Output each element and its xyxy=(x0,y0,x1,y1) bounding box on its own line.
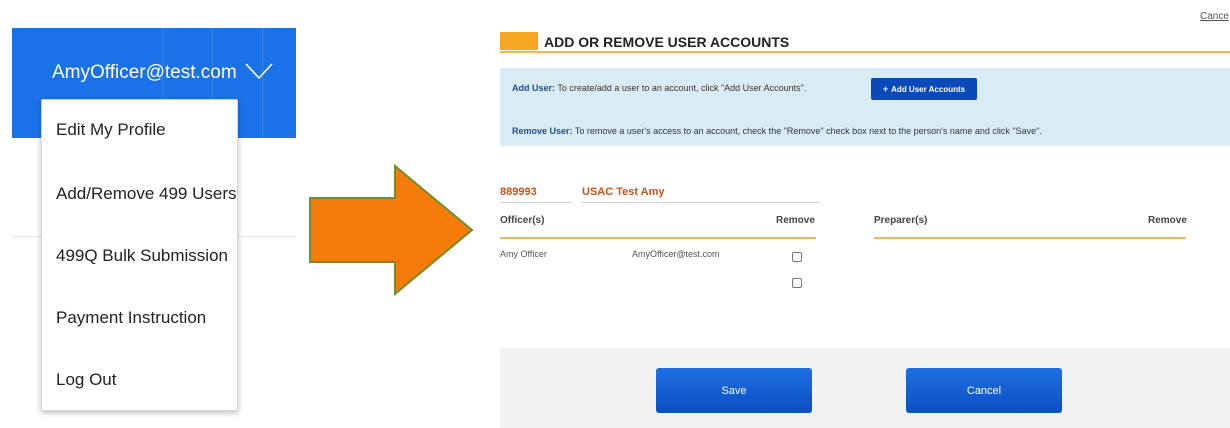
remove-user-label: Remove User: xyxy=(512,126,573,136)
page-title: ADD OR REMOVE USER ACCOUNTS xyxy=(544,34,790,50)
save-button[interactable]: Save xyxy=(656,368,812,413)
preparers-header-rule xyxy=(874,237,1186,239)
account-id: 889993 xyxy=(500,186,537,198)
title-underline xyxy=(500,51,1230,53)
preparers-remove-header: Remove xyxy=(1148,215,1187,226)
officers-remove-header: Remove xyxy=(776,215,815,226)
add-user-accounts-label: Add User Accounts xyxy=(891,84,966,94)
cancel-link[interactable]: Cance xyxy=(1200,11,1229,22)
officers-header: Officer(s) xyxy=(500,215,545,226)
add-user-instruction: Add User: To create/add a user to an acc… xyxy=(512,83,806,93)
menu-item-edit-profile[interactable]: Edit My Profile xyxy=(56,120,166,140)
header-decoration xyxy=(262,28,263,138)
officers-header-rule xyxy=(500,237,816,239)
remove-checkbox[interactable] xyxy=(792,252,802,262)
instructions-panel: Add User: To create/add a user to an acc… xyxy=(500,68,1230,146)
remove-user-text: To remove a user's access to an account,… xyxy=(574,126,1042,136)
chevron-down-icon[interactable] xyxy=(244,62,274,80)
title-accent-block xyxy=(500,32,538,50)
user-dropdown-menu: Edit My Profile Add/Remove 499 Users 499… xyxy=(41,99,238,411)
officer-email: AmyOfficer@test.com xyxy=(632,249,720,259)
menu-item-bulk-submission[interactable]: 499Q Bulk Submission xyxy=(56,246,228,266)
menu-item-add-remove-users[interactable]: Add/Remove 499 Users xyxy=(56,184,236,204)
divider xyxy=(582,202,820,203)
divider xyxy=(500,202,572,203)
arrow-right-icon xyxy=(309,163,474,297)
officer-name: Amy Officer xyxy=(500,249,547,259)
menu-item-payment-instruction[interactable]: Payment Instruction xyxy=(56,308,206,328)
preparers-header: Preparer(s) xyxy=(874,215,928,226)
plus-icon: + xyxy=(882,84,889,94)
add-user-label: Add User: xyxy=(512,83,556,93)
add-user-accounts-button[interactable]: + Add User Accounts xyxy=(871,78,977,100)
form-footer xyxy=(500,348,1230,428)
user-email[interactable]: AmyOfficer@test.com xyxy=(52,62,237,84)
account-name: USAC Test Amy xyxy=(582,186,665,198)
remove-user-instruction: Remove User: To remove a user's access t… xyxy=(512,126,1042,136)
cancel-button[interactable]: Cancel xyxy=(906,368,1062,413)
remove-checkbox[interactable] xyxy=(792,278,802,288)
menu-item-log-out[interactable]: Log Out xyxy=(56,370,117,390)
add-user-text: To create/add a user to an account, clic… xyxy=(557,83,807,93)
